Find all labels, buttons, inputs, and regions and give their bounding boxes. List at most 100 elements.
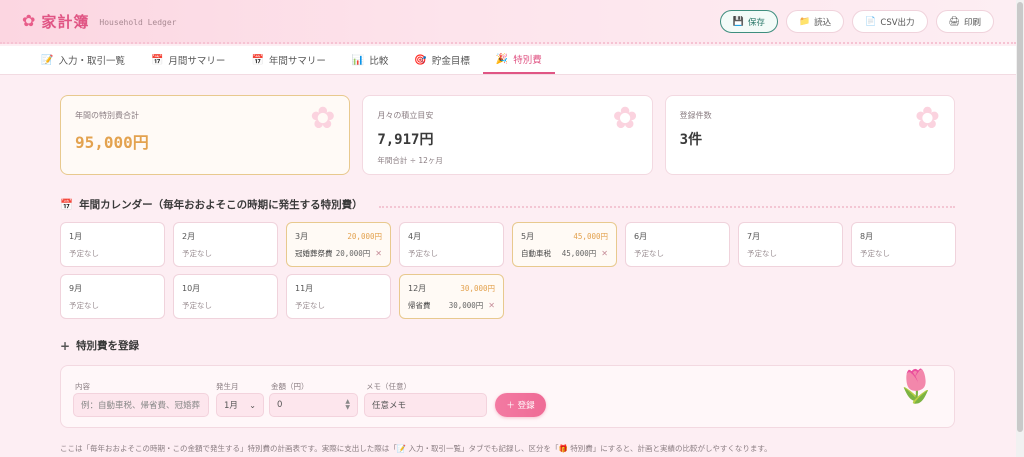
- content-label: 内容: [75, 382, 90, 391]
- month-label: 発生月: [216, 382, 239, 391]
- monthly-saving-card: 月々の積立目安 7,917円 年間合計 ÷ 12ヶ月 ✿: [362, 95, 653, 175]
- no-plan-text: 予定なし: [182, 249, 212, 258]
- content-placeholder: 例：自動車税、帰省費、冠婚葬: [81, 401, 201, 411]
- tab-input[interactable]: 📝 入力・取引一覧: [28, 46, 138, 74]
- registered-count-label: 登録件数: [679, 111, 712, 120]
- month-name: 7月: [747, 232, 761, 241]
- delete-icon[interactable]: ✕: [375, 249, 382, 258]
- month-card: 10月 予定なし: [173, 274, 278, 319]
- month-select-value: 1月: [224, 401, 238, 411]
- content-input[interactable]: 例：自動車税、帰省費、冠婚葬: [73, 393, 209, 417]
- annual-total-value: 95,000円: [75, 133, 149, 152]
- tab-label: 特別費: [513, 55, 542, 66]
- month-card: 6月予定なし: [625, 222, 730, 267]
- chevron-down-icon: ⌄: [249, 400, 256, 410]
- monthly-saving-value: 7,917円: [377, 132, 434, 148]
- register-title: 特別費を登録: [76, 340, 140, 352]
- month-card: 9月予定なし: [60, 274, 165, 319]
- tab-savings-goal[interactable]: 🎯 貯金目標: [401, 46, 482, 74]
- month-card: 3月 20,000円 冠婚葬祭費 20,000円 ✕: [286, 222, 391, 267]
- calendar-title: 年間カレンダー（毎年おおよそこの時期に発生する特別費）: [79, 199, 363, 211]
- app-logo: ✿ 家計簿 Household Ledger: [22, 11, 176, 32]
- monthly-saving-label: 月々の積立目安: [377, 111, 434, 120]
- floppy-disk-icon: 💾: [732, 16, 744, 27]
- print-button-label: 印刷: [963, 17, 981, 28]
- no-plan-text: 予定なし: [69, 301, 99, 310]
- save-button-label: 保存: [747, 17, 765, 28]
- item-amount: 45,000円: [561, 249, 597, 258]
- item-amount: 30,000円: [448, 301, 484, 310]
- special-expense-item: 冠婚葬祭費 20,000円 ✕: [295, 248, 382, 259]
- no-plan-text: 予定なし: [295, 301, 325, 310]
- sakura-icon: ✿: [310, 101, 336, 136]
- app-title: 家計簿: [41, 12, 90, 31]
- plus-icon: +: [60, 338, 71, 353]
- main-content: 年間の特別費合計 95,000円 ✿ 月々の積立目安 7,917円 年間合計 ÷…: [60, 95, 956, 428]
- registered-count-value: 3件: [679, 132, 703, 148]
- tab-annual-summary[interactable]: 📅 年間サマリー: [238, 46, 338, 74]
- page-scrollbar[interactable]: [1016, 0, 1024, 457]
- month-name: 6月: [634, 232, 648, 241]
- tab-compare[interactable]: 📊 比較: [339, 46, 401, 74]
- month-card: 1月 予定なし: [60, 222, 165, 267]
- divider: [378, 205, 955, 208]
- party-popper-icon: 🎉: [495, 53, 509, 65]
- sakura-icon: ✿: [612, 101, 638, 136]
- spinner-icon[interactable]: ▲ ▼: [345, 399, 350, 411]
- sakura-icon: ✿: [914, 101, 940, 136]
- tab-monthly-summary[interactable]: 📅 月間サマリー: [138, 46, 238, 74]
- load-button[interactable]: 📁 読込: [785, 10, 845, 33]
- month-card: 7月 予定なし: [738, 222, 843, 267]
- special-expense-item: 帰省費 30,000円 ✕: [408, 300, 495, 311]
- tab-label: 年間サマリー: [268, 56, 326, 67]
- month-card: 2月 予定なし: [173, 222, 278, 267]
- month-card: 5月 45,000円 自動車税 45,000円 ✕: [512, 222, 617, 267]
- target-icon: 🎯: [414, 54, 427, 66]
- month-total: 45,000円: [573, 232, 608, 241]
- memo-icon: 📝: [41, 54, 54, 66]
- document-icon: 📄: [865, 16, 877, 27]
- month-card: 8月予定なし: [851, 222, 956, 267]
- tab-label: 貯金目標: [431, 56, 470, 67]
- app-header: ✿ 家計簿 Household Ledger 💾 保存 📁 読込 📄 CSV出力…: [0, 0, 1016, 44]
- folder-icon: 📁: [798, 16, 811, 27]
- tab-label: 入力・取引一覧: [58, 56, 125, 67]
- tab-special-expenses[interactable]: 🎉 特別費: [482, 46, 555, 74]
- month-name: 1月: [69, 232, 83, 241]
- item-amount: 20,000円: [335, 249, 371, 258]
- item-name: 冠婚葬祭費: [295, 249, 333, 258]
- save-button[interactable]: 💾 保存: [719, 10, 778, 33]
- month-total: 30,000円: [460, 284, 495, 293]
- amount-value: 0: [277, 400, 283, 410]
- memo-placeholder: 任意メモ: [372, 401, 407, 411]
- register-form: 内容 例：自動車税、帰省費、冠婚葬 発生月 1月 ⌄ 金額（円） 0 ▲ ▼ メモ…: [60, 365, 955, 428]
- item-name: 帰省費: [408, 301, 431, 310]
- delete-icon[interactable]: ✕: [488, 301, 495, 310]
- month-name: 9月: [69, 284, 83, 293]
- registered-count-card: 登録件数 3件 ✿: [664, 95, 955, 175]
- memo-input[interactable]: 任意メモ: [364, 393, 487, 417]
- month-card: 4月 予定なし: [399, 222, 504, 267]
- footnote: ここは「毎年おおよそこの時期・この金額で発生する」特別費の計画表です。実際に支出…: [60, 444, 772, 453]
- register-button[interactable]: ＋ 登録: [495, 393, 546, 417]
- no-plan-text: 予定なし: [634, 249, 664, 258]
- load-button-label: 読込: [814, 17, 832, 28]
- memo-label: メモ（任意）: [366, 382, 411, 391]
- amount-input[interactable]: 0 ▲ ▼: [269, 393, 358, 417]
- month-select[interactable]: 1月 ⌄: [216, 393, 264, 417]
- no-plan-text: 予定なし: [860, 249, 890, 258]
- register-button-label: ＋ 登録: [506, 401, 535, 411]
- month-total: 20,000円: [347, 232, 382, 241]
- summary-cards: 年間の特別費合計 95,000円 ✿ 月々の積立目安 7,917円 年間合計 ÷…: [60, 95, 955, 175]
- month-name: 8月: [860, 232, 874, 241]
- sakura-icon: ✿: [22, 11, 36, 30]
- month-name: 4月: [408, 232, 422, 241]
- special-expense-item: 自動車税 45,000円 ✕: [521, 248, 608, 259]
- annual-total-card: 年間の特別費合計 95,000円 ✿: [60, 95, 351, 175]
- calendar-section-title: 📅 年間カレンダー（毎年おおよそこの時期に発生する特別費）: [60, 197, 955, 212]
- csv-export-button[interactable]: 📄 CSV出力: [852, 10, 928, 33]
- annual-total-label: 年間の特別費合計: [75, 111, 139, 120]
- scrollbar-thumb[interactable]: [1017, 2, 1023, 432]
- print-button[interactable]: 🖨 印刷: [935, 10, 994, 33]
- delete-icon[interactable]: ✕: [601, 249, 608, 258]
